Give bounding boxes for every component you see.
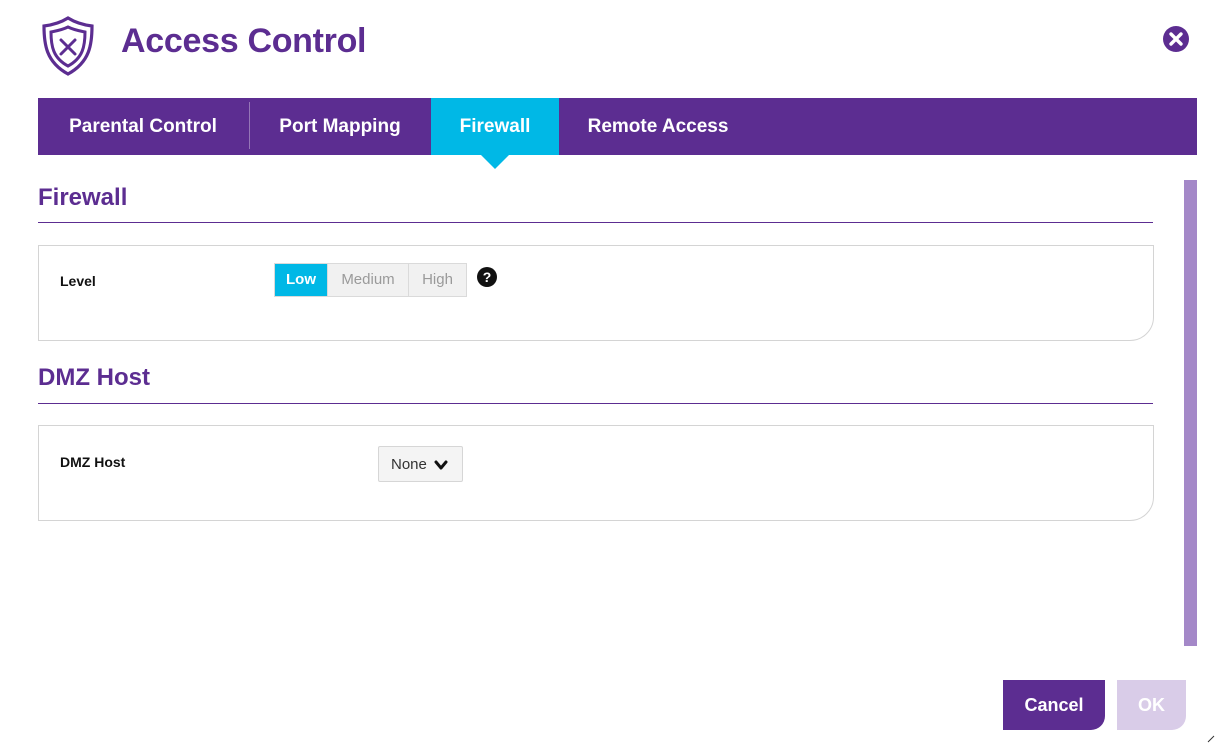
shield-x-icon [42,16,94,76]
svg-text:?: ? [483,269,492,285]
level-label: Level [60,273,96,289]
tab-firewall[interactable]: Firewall [431,98,559,155]
section-divider [38,222,1153,223]
question-circle-icon[interactable]: ? [477,267,497,287]
firewall-panel [38,245,1154,341]
dmz-panel [38,425,1154,521]
dialog-header: Access Control [0,0,1216,98]
page-title: Access Control [121,22,367,60]
resize-handle-icon [1207,735,1215,743]
scrollbar[interactable] [1184,180,1197,646]
close-icon[interactable] [1161,24,1191,54]
level-high-button[interactable]: High [408,264,466,296]
section-divider [38,403,1153,404]
tab-bar: Parental Control Port Mapping Firewall R… [38,98,1197,155]
ok-button[interactable]: OK [1117,680,1186,730]
tab-port-mapping[interactable]: Port Mapping [260,98,420,155]
tab-remote-access[interactable]: Remote Access [574,98,742,155]
dmz-host-select[interactable]: None [378,446,463,482]
tab-parental-control[interactable]: Parental Control [50,98,236,155]
level-low-button[interactable]: Low [275,264,327,296]
dmz-host-label: DMZ Host [60,454,126,470]
section-title-firewall: Firewall [38,184,128,211]
tab-divider [249,102,250,149]
section-title-dmz-host: DMZ Host [38,364,150,391]
chevron-down-icon [434,460,448,470]
dmz-host-select-value: None [391,456,427,473]
cancel-button[interactable]: Cancel [1003,680,1105,730]
active-tab-pointer [481,155,509,169]
firewall-level-selector: Low Medium High [274,263,467,297]
level-medium-button[interactable]: Medium [327,264,408,296]
